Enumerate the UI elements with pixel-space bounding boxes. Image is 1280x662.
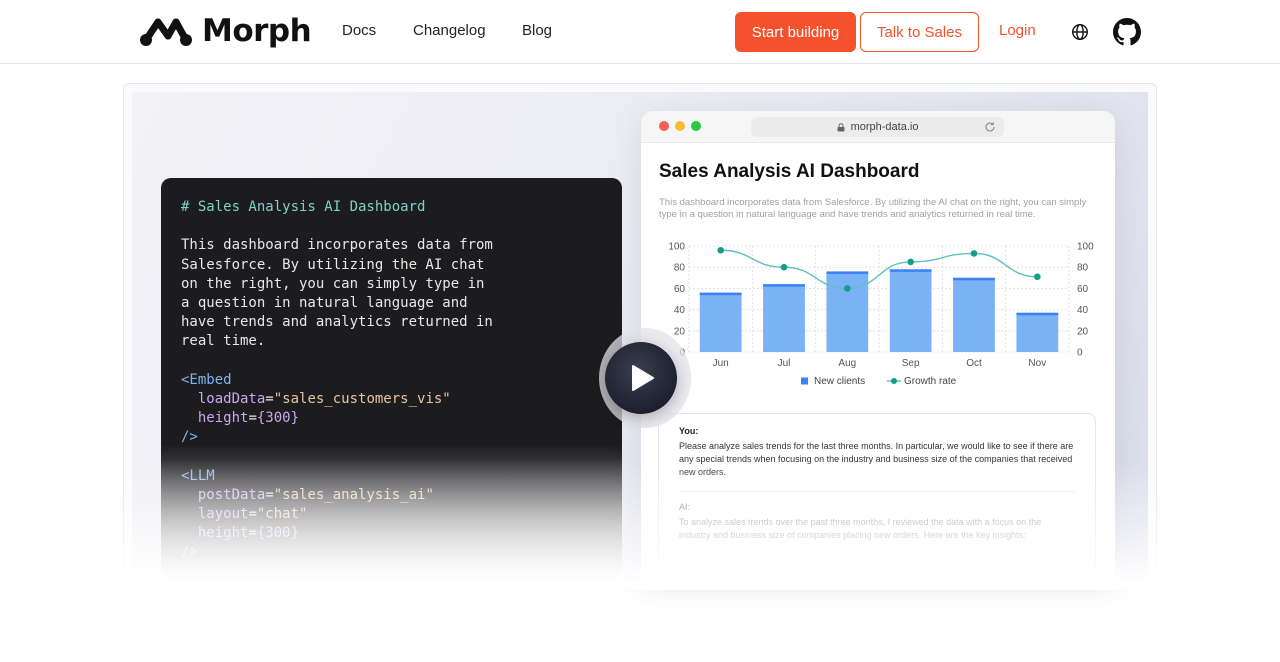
start-building-button[interactable]: Start building xyxy=(735,12,856,52)
code-line: postData="sales_analysis_ai" xyxy=(181,486,434,503)
x-tick-label: Jul xyxy=(778,358,791,369)
y-tick-label: 100 xyxy=(668,242,685,253)
reload-icon[interactable] xyxy=(984,121,996,133)
x-tick-label: Nov xyxy=(1028,358,1046,369)
dashboard-title: Sales Analysis AI Dashboard xyxy=(659,161,920,182)
y-tick-label: 80 xyxy=(674,263,686,274)
code-line: This dashboard incorporates data from xyxy=(181,237,493,254)
bar-top-edge xyxy=(826,271,869,274)
chat-ai-message: To analyze sales trends over the past th… xyxy=(679,517,1042,540)
y-tick-label: 60 xyxy=(674,284,686,295)
bar-new-clients xyxy=(699,292,742,352)
x-tick-label: Sep xyxy=(902,358,920,369)
legend-swatch-new-clients xyxy=(801,377,808,385)
globe-icon[interactable] xyxy=(1071,23,1089,41)
y2-tick-label: 60 xyxy=(1077,284,1089,295)
code-line: <LLM xyxy=(181,467,215,484)
bar-top-edge xyxy=(953,277,995,281)
point-growth-rate xyxy=(844,285,851,292)
play-video-button[interactable] xyxy=(605,342,677,414)
nav-link-docs[interactable]: Docs xyxy=(342,22,376,39)
legend-point-growth-rate xyxy=(891,378,897,384)
code-line: # Sales Analysis AI Dashboard xyxy=(181,199,426,215)
bar-new-clients xyxy=(1016,312,1059,352)
ai-chat-panel: You: Please analyze sales trends for the… xyxy=(658,413,1096,581)
legend-label-new-clients: New clients xyxy=(814,376,865,387)
morph-logo[interactable]: Morph xyxy=(138,13,312,49)
maximize-dot-icon xyxy=(691,121,701,131)
browser-titlebar: morph-data.io xyxy=(641,111,1115,143)
github-icon[interactable] xyxy=(1113,18,1141,46)
sales-combo-chart: 020406080100020406080100JunJulAugSepOctN… xyxy=(668,242,1094,388)
close-dot-icon xyxy=(659,121,669,131)
url-text: morph-data.io xyxy=(850,121,919,133)
y-tick-label: 20 xyxy=(674,326,686,337)
y2-tick-label: 80 xyxy=(1077,263,1089,274)
bar-top-edge xyxy=(889,269,932,272)
bar-new-clients xyxy=(763,284,805,352)
code-line: have trends and analytics returned in xyxy=(181,314,493,331)
chat-user-message: Please analyze sales trends for the last… xyxy=(679,441,1074,477)
legend-label-growth-rate: Growth rate xyxy=(904,376,957,387)
point-growth-rate xyxy=(970,250,978,257)
code-line: loadData="sales_customers_vis" xyxy=(181,390,451,407)
y2-tick-label: 20 xyxy=(1077,326,1089,337)
code-line: real time. xyxy=(181,333,266,350)
point-growth-rate xyxy=(717,246,724,254)
point-growth-rate xyxy=(780,263,788,271)
y-tick-label: 40 xyxy=(674,305,686,316)
code-line: /> xyxy=(181,544,198,561)
code-line: a question in natural language and xyxy=(181,294,468,311)
browser-window: morph-data.io Sales Analysis AI Dashboar… xyxy=(641,111,1115,581)
x-tick-label: Jun xyxy=(713,358,729,369)
login-link[interactable]: Login xyxy=(999,22,1036,39)
bar-top-edge xyxy=(763,284,805,287)
code-line: Salesforce. By utilizing the AI chat xyxy=(181,256,485,273)
address-bar[interactable]: morph-data.io xyxy=(751,117,1004,137)
play-icon xyxy=(632,365,654,391)
code-line: /> xyxy=(181,429,198,446)
code-line: <Embed xyxy=(181,371,232,388)
bar-new-clients xyxy=(889,269,932,352)
x-tick-label: Aug xyxy=(838,358,856,369)
lock-icon xyxy=(837,122,845,131)
nav-link-changelog[interactable]: Changelog xyxy=(413,22,486,39)
bar-new-clients xyxy=(826,271,869,352)
point-growth-rate xyxy=(907,258,914,266)
point-growth-rate xyxy=(1034,273,1041,281)
code-line: on the right, you can simply type in xyxy=(181,275,485,292)
code-line: height={300} xyxy=(181,525,300,542)
bar-new-clients xyxy=(953,277,995,352)
nav-link-blog[interactable]: Blog xyxy=(522,22,552,39)
top-navbar: Morph Docs Changelog Blog Start building… xyxy=(0,0,1280,64)
talk-to-sales-button[interactable]: Talk to Sales xyxy=(860,12,979,52)
bar-top-edge xyxy=(1016,312,1059,316)
minimize-dot-icon xyxy=(675,121,685,131)
x-tick-label: Oct xyxy=(966,358,982,369)
chat-user-role: You: xyxy=(679,426,699,436)
morph-logo-icon xyxy=(140,18,192,46)
chat-ai-role: AI: xyxy=(679,502,691,512)
bar-top-edge xyxy=(699,292,742,296)
code-editor-panel: # Sales Analysis AI Dashboard This dashb… xyxy=(161,178,622,578)
y2-tick-label: 0 xyxy=(1077,348,1083,359)
chat-divider xyxy=(679,491,1075,492)
code-line: height={300} xyxy=(181,410,300,427)
code-line: layout="chat" xyxy=(181,506,308,522)
logo-text: Morph xyxy=(202,13,312,49)
dashboard-description: This dashboard incorporates data from Sa… xyxy=(659,197,1087,220)
y2-tick-label: 100 xyxy=(1077,242,1094,253)
y2-tick-label: 40 xyxy=(1077,305,1089,316)
